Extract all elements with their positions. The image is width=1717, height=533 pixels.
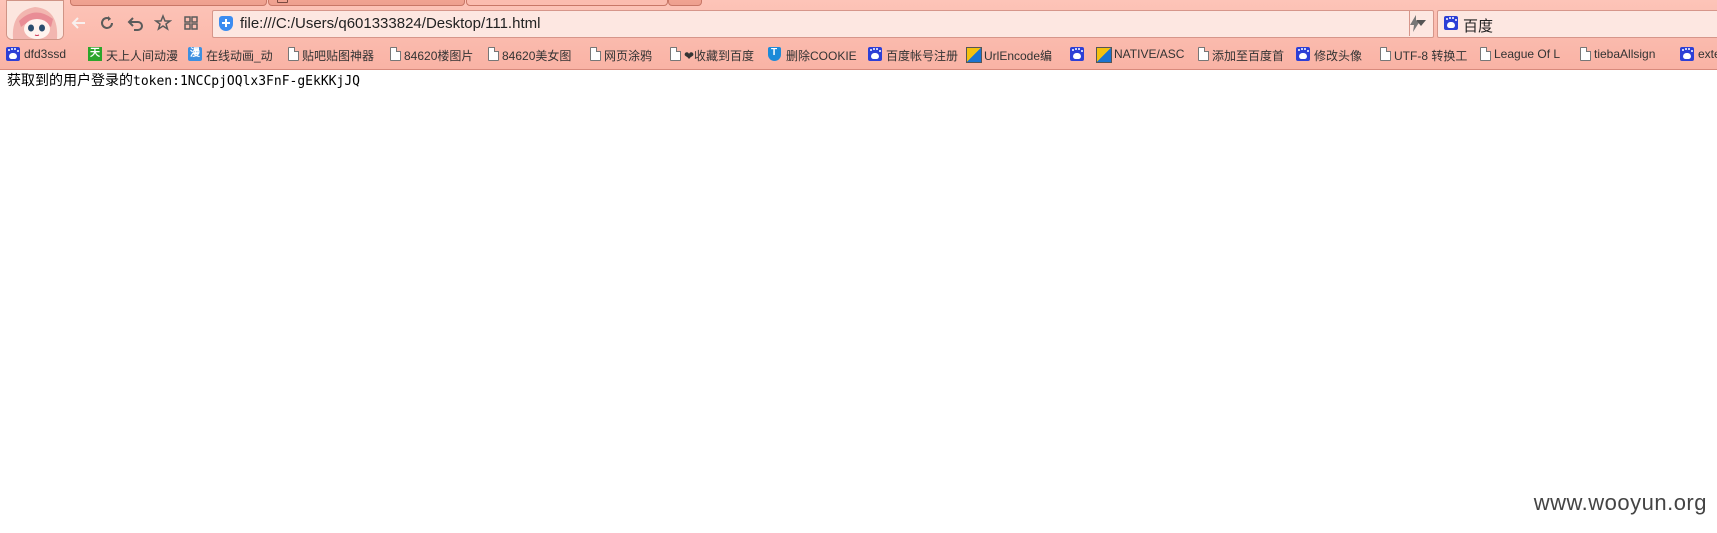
page-icon	[590, 47, 601, 61]
bookmark-label: tiebaAllsign	[1594, 47, 1656, 61]
bookmark-item[interactable]: 漫在线动画_动	[188, 45, 282, 63]
bookmark-item[interactable]: 贴吧贴图神器	[288, 45, 384, 63]
baidu-paw-icon	[1296, 47, 1310, 61]
undo-icon	[127, 17, 143, 31]
page-icon	[277, 0, 288, 3]
browser-tab[interactable]	[268, 0, 465, 6]
reload-icon	[101, 16, 113, 29]
address-bar[interactable]: file:///C:/Users/q601333824/Desktop/111.…	[212, 10, 1434, 38]
split-flag-icon	[966, 47, 982, 63]
page-content: 获取到的用户登录的token:1NCCpjOQlx3FnF-gEkKKjJQ	[7, 70, 360, 90]
bookmark-item[interactable]: 删除COOKIE	[768, 45, 862, 63]
tab-strip	[0, 0, 1717, 6]
bookmarks-bar: dfd3ssd 天天上人间动漫漫在线动画_动 贴吧贴图神器 84620楼图片 84620…	[0, 42, 1717, 68]
user-avatar[interactable]	[6, 0, 64, 40]
bookmark-item[interactable]: NATIVE/ASC	[1096, 45, 1190, 63]
browser-tab[interactable]	[70, 0, 267, 6]
reload-button[interactable]	[96, 12, 118, 34]
token-label: 获取到的用户登录的	[7, 73, 133, 89]
search-input[interactable]: 百度	[1463, 15, 1493, 36]
bookmark-label: exte	[1698, 47, 1717, 61]
bookmark-label: 在线动画_动	[206, 49, 273, 63]
bookmark-label: 添加至百度首	[1212, 49, 1285, 63]
bookmark-label: 天上人间动漫	[106, 49, 179, 63]
page-icon	[1198, 47, 1209, 61]
bookmark-item[interactable]: tiebaAllsign	[1580, 45, 1674, 63]
baidu-paw-icon	[1680, 47, 1694, 61]
watermark: www.wooyun.org	[1533, 490, 1707, 515]
bookmark-label: 84620楼图片	[404, 49, 474, 63]
bookmark-item[interactable]: ❤收藏到百度	[670, 45, 762, 63]
bookmark-item[interactable]: 网页涂鸦	[590, 45, 664, 63]
page-icon	[390, 47, 401, 61]
bookmark-label: UrlEncode编	[984, 49, 1053, 63]
baidu-paw-icon[interactable]	[1444, 16, 1458, 30]
page-icon	[1480, 47, 1491, 61]
bookmark-item[interactable]	[1070, 45, 1090, 63]
page-icon	[1380, 47, 1391, 61]
new-tab-button[interactable]	[668, 0, 702, 6]
page-icon	[288, 47, 299, 61]
browser-chrome: file:///C:/Users/q601333824/Desktop/111.…	[0, 0, 1717, 70]
bookmark-item[interactable]: 84620美女图	[488, 45, 584, 63]
search-bar[interactable]: 百度	[1437, 10, 1717, 38]
page-icon	[670, 47, 681, 61]
grid-icon	[184, 16, 198, 30]
bookmark-item[interactable]: UrlEncode编	[966, 45, 1064, 63]
bookmark-label: 网页涂鸦	[604, 49, 653, 63]
star-icon	[154, 14, 172, 31]
bookmark-label: League Of L	[1494, 47, 1561, 61]
bookmark-label: ❤收藏到百度	[684, 49, 755, 63]
token-value: token:1NCCpjOQlx3FnF-gEkKKjJQ	[133, 74, 360, 89]
shield-icon	[768, 47, 781, 61]
favorite-button[interactable]	[152, 12, 174, 34]
manga-icon: 漫	[188, 47, 202, 61]
back-button[interactable]	[68, 12, 90, 34]
baidu-paw-icon	[868, 47, 882, 61]
tian-icon: 天	[88, 47, 102, 61]
bookmark-label: 删除COOKIE	[786, 49, 857, 63]
bookmark-label: dfd3ssd	[24, 47, 67, 61]
split-flag-icon	[1096, 47, 1112, 63]
bookmark-item[interactable]: dfd3ssd	[6, 45, 82, 63]
page-icon	[488, 47, 499, 61]
baidu-paw-icon	[1070, 47, 1084, 61]
browser-tab-active[interactable]	[466, 0, 668, 6]
arrow-left-icon	[71, 17, 85, 29]
bookmark-label: UTF-8 转换工	[1394, 49, 1468, 63]
bookmark-item[interactable]: 84620楼图片	[390, 45, 482, 63]
bookmark-label: 修改头像	[1314, 49, 1363, 63]
bookmark-item[interactable]: 百度帐号注册	[868, 45, 960, 63]
bookmark-item[interactable]: League Of L	[1480, 45, 1574, 63]
address-dropdown-button[interactable]	[1409, 10, 1432, 36]
security-shield-icon[interactable]	[219, 16, 233, 31]
bookmark-label: NATIVE/ASC	[1114, 47, 1185, 61]
bookmark-item[interactable]: 天天上人间动漫	[88, 45, 182, 63]
bookmark-item[interactable]: exte	[1680, 45, 1717, 63]
bookmark-item[interactable]: 修改头像	[1296, 45, 1374, 63]
undo-close-button[interactable]	[124, 12, 146, 34]
page-icon	[1580, 47, 1591, 61]
bookmark-label: 贴吧贴图神器	[302, 49, 375, 63]
bookmark-item[interactable]: 添加至百度首	[1198, 45, 1290, 63]
bookmark-item[interactable]: UTF-8 转换工	[1380, 45, 1476, 63]
bookmark-label: 84620美女图	[502, 49, 572, 63]
apps-button[interactable]	[180, 12, 202, 34]
baidu-paw-icon	[6, 47, 20, 61]
address-input[interactable]: file:///C:/Users/q601333824/Desktop/111.…	[240, 15, 540, 32]
bookmark-label: 百度帐号注册	[886, 49, 959, 63]
